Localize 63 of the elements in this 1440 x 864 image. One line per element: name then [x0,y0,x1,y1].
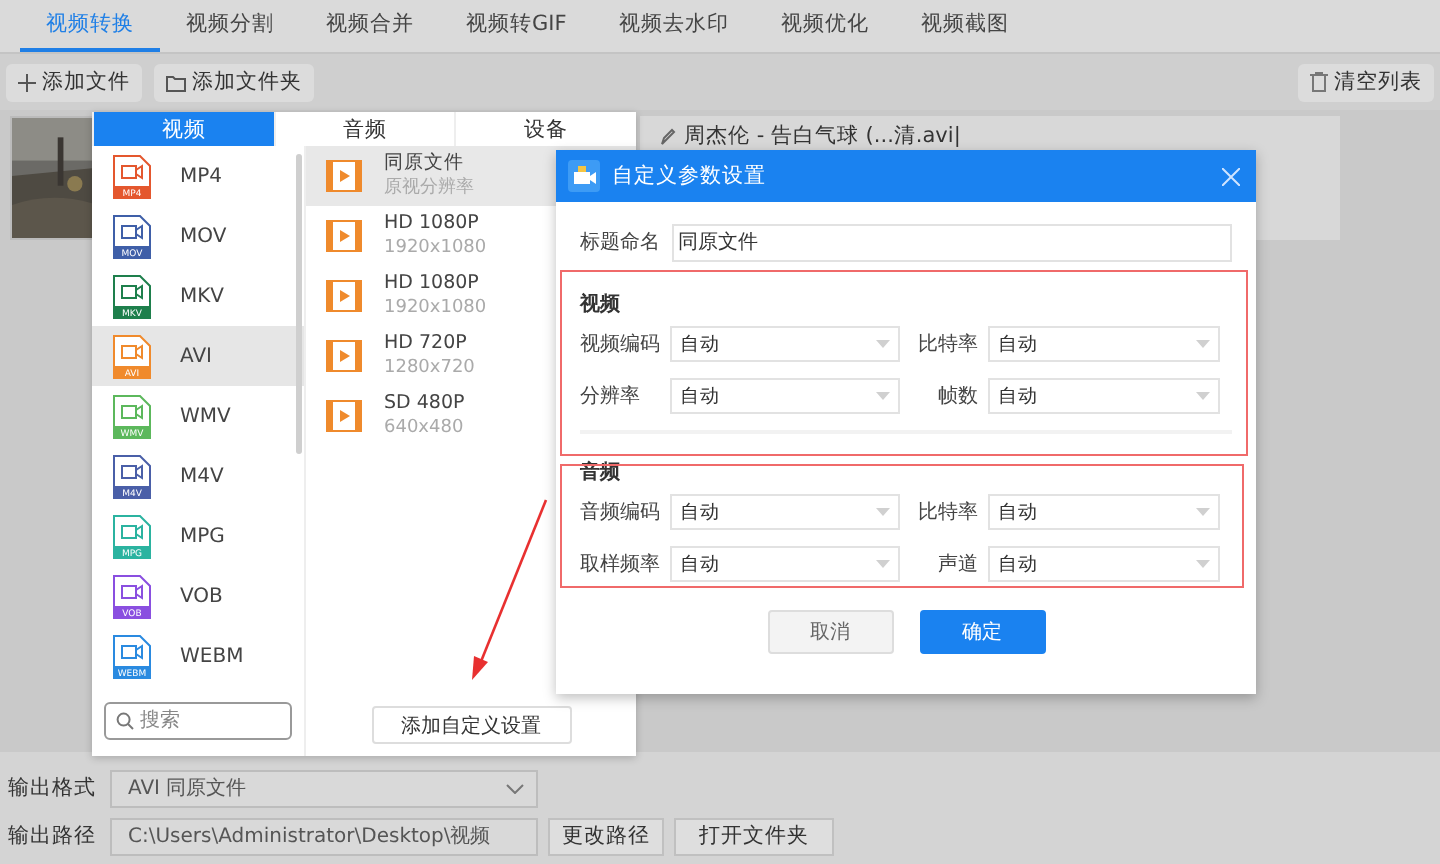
caret-icon [1196,560,1210,568]
cancel-button[interactable]: 取消 [767,610,893,654]
close-icon[interactable] [1222,167,1240,185]
title-input[interactable]: 同原文件 [672,223,1232,261]
add-custom-button[interactable]: 添加自定义设置 [371,706,571,744]
select-field[interactable]: 自动 [670,494,900,530]
output-path-label: 输出路径 [8,822,98,850]
film-icon [326,160,362,192]
select-field[interactable]: 自动 [988,378,1220,414]
add-folder-button[interactable]: 添加文件夹 [154,63,314,101]
select-field[interactable]: 自动 [670,378,900,414]
change-path-button[interactable]: 更改路径 [548,817,664,855]
nav-tab[interactable]: 视频分割 [160,0,300,52]
select-field[interactable]: 自动 [988,494,1220,530]
select-field[interactable]: 自动 [988,546,1220,582]
caret-icon [1196,340,1210,348]
open-folder-button[interactable]: 打开文件夹 [674,817,834,855]
search-field[interactable]: 搜索 [104,702,292,740]
field-label: 比特率 [918,331,978,358]
film-icon [326,280,362,312]
field-label: 帧数 [938,383,978,410]
nav-tab[interactable]: 视频转GIF [440,0,593,52]
film-icon [326,220,362,252]
plus-icon [18,73,36,91]
caret-icon [876,560,890,568]
select-field[interactable]: 自动 [670,546,900,582]
trash-icon [1310,72,1328,92]
add-file-button[interactable]: 添加文件 [6,63,142,101]
caret-icon [1196,392,1210,400]
nav-tab[interactable]: 视频合并 [300,0,440,52]
nav-tab[interactable]: 视频优化 [754,0,895,52]
field-label: 视频编码 [580,331,660,358]
section-heading: 视频 [580,291,622,318]
app-icon [568,160,600,192]
nav-tab[interactable]: 视频去水印 [592,0,755,52]
caret-icon [876,392,890,400]
title-label: 标题命名 [580,229,660,256]
confirm-button[interactable]: 确定 [919,610,1045,654]
output-format-label: 输出格式 [8,774,98,802]
pencil-icon [660,127,676,145]
select-field[interactable]: 自动 [670,326,900,362]
field-label: 取样频率 [580,551,660,578]
film-icon [326,400,362,432]
select-field[interactable]: 自动 [988,326,1220,362]
field-label: 比特率 [918,499,978,526]
caret-icon [1196,508,1210,516]
chevron-icon [506,783,524,793]
clear-list-button[interactable]: 清空列表 [1298,63,1434,101]
caret-icon [876,508,890,516]
format-tab[interactable]: 视频 [92,112,274,146]
search-icon [116,712,134,730]
nav-tab[interactable]: 视频截图 [894,0,1035,52]
field-label: 声道 [938,551,978,578]
format-tab[interactable]: 设备 [454,112,637,146]
format-tab[interactable]: 音频 [273,112,455,146]
film-icon [326,340,362,372]
folder-icon [166,73,186,91]
field-label: 音频编码 [580,499,660,526]
field-label: 分辨率 [580,383,640,410]
caret-icon [876,340,890,348]
output-path-field[interactable]: C:\Users\Administrator\Desktop\视频 [110,817,538,855]
file-name: 周杰伦 - 告白气球 (...清.avi| [660,122,1320,150]
output-format-select[interactable]: AVI 同原文件 [110,769,538,807]
